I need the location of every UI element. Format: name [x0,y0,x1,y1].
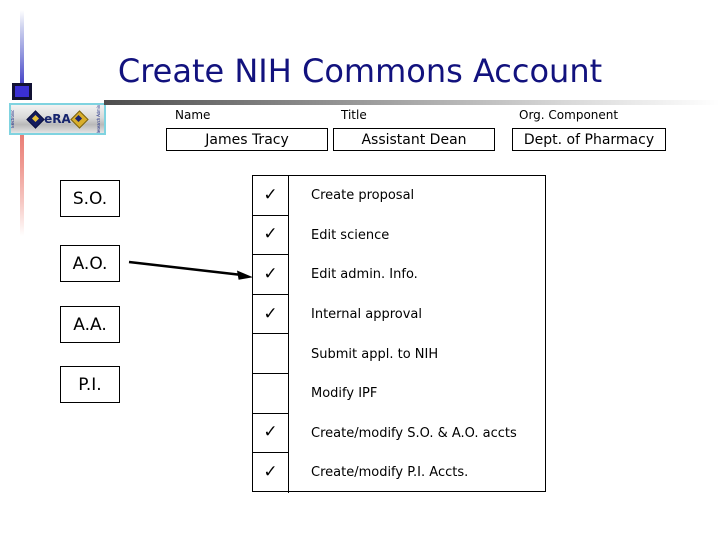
table-row[interactable]: ✓ Create/modify S.O. & A.O. accts [253,413,547,454]
era-logo-wordmark: eRA [44,112,71,126]
task-label: Modify IPF [311,386,378,402]
field-label-org-component: Org. Component [519,108,619,122]
check-icon: ✓ [263,303,278,324]
check-icon: ✓ [263,263,278,284]
left-red-accent-bar [20,128,24,236]
field-label-name: Name [175,108,211,122]
task-label: Create proposal [311,188,415,204]
era-logo-right-text: Research Admin. [96,103,101,135]
task-label: Internal approval [311,307,422,323]
table-row[interactable]: Modify IPF [253,374,547,414]
check-icon: ✓ [263,462,278,483]
check-icon: ✓ [263,224,278,245]
field-label-title: Title [341,108,367,122]
checkbox-cell[interactable]: ✓ [253,215,289,256]
checkbox-cell[interactable]: ✓ [253,176,289,216]
era-logo-left-text: Electronic [10,110,15,128]
checkbox-cell[interactable]: ✓ [253,453,289,493]
table-row[interactable]: ✓ Edit science [253,215,547,256]
role-box-so[interactable]: S.O. [60,180,120,217]
table-row[interactable]: ✓ Edit admin. Info. [253,255,547,295]
diamond-icon [28,112,43,127]
era-logo-core: eRA [18,112,97,127]
checkbox-cell[interactable] [253,334,289,374]
checkbox-cell[interactable] [253,374,289,414]
role-box-pi[interactable]: P.I. [60,366,120,403]
checkbox-cell[interactable]: ✓ [253,294,289,335]
header-divider-rule [104,100,720,105]
task-label: Submit appl. to NIH [311,346,439,362]
era-logo: Electronic eRA Research Admin. [9,103,106,135]
table-row[interactable]: ✓ Internal approval [253,294,547,335]
table-row[interactable]: ✓ Create/modify P.I. Accts. [253,453,547,493]
task-label: Edit admin. Info. [311,267,418,283]
task-permission-table: ✓ Create proposal ✓ Edit science ✓ Edit … [252,175,547,493]
check-icon: ✓ [263,422,278,443]
role-box-ao[interactable]: A.O. [60,245,120,282]
task-label: Create/modify P.I. Accts. [311,465,469,481]
task-label: Edit science [311,227,390,243]
checkbox-cell[interactable]: ✓ [253,413,289,454]
field-value-title[interactable]: Assistant Dean [333,128,495,151]
check-icon: ✓ [263,184,278,205]
role-box-aa[interactable]: A.A. [60,306,120,343]
arrow-right-icon [128,260,253,280]
field-value-org-component[interactable]: Dept. of Pharmacy [512,128,666,151]
checkbox-cell[interactable]: ✓ [253,255,289,295]
field-value-name[interactable]: James Tracy [166,128,328,151]
task-label: Create/modify S.O. & A.O. accts [311,425,517,441]
diamond-icon [72,112,87,127]
table-row[interactable]: Submit appl. to NIH [253,334,547,374]
page-title: Create NIH Commons Account [117,52,603,90]
table-row[interactable]: ✓ Create proposal [253,176,547,216]
